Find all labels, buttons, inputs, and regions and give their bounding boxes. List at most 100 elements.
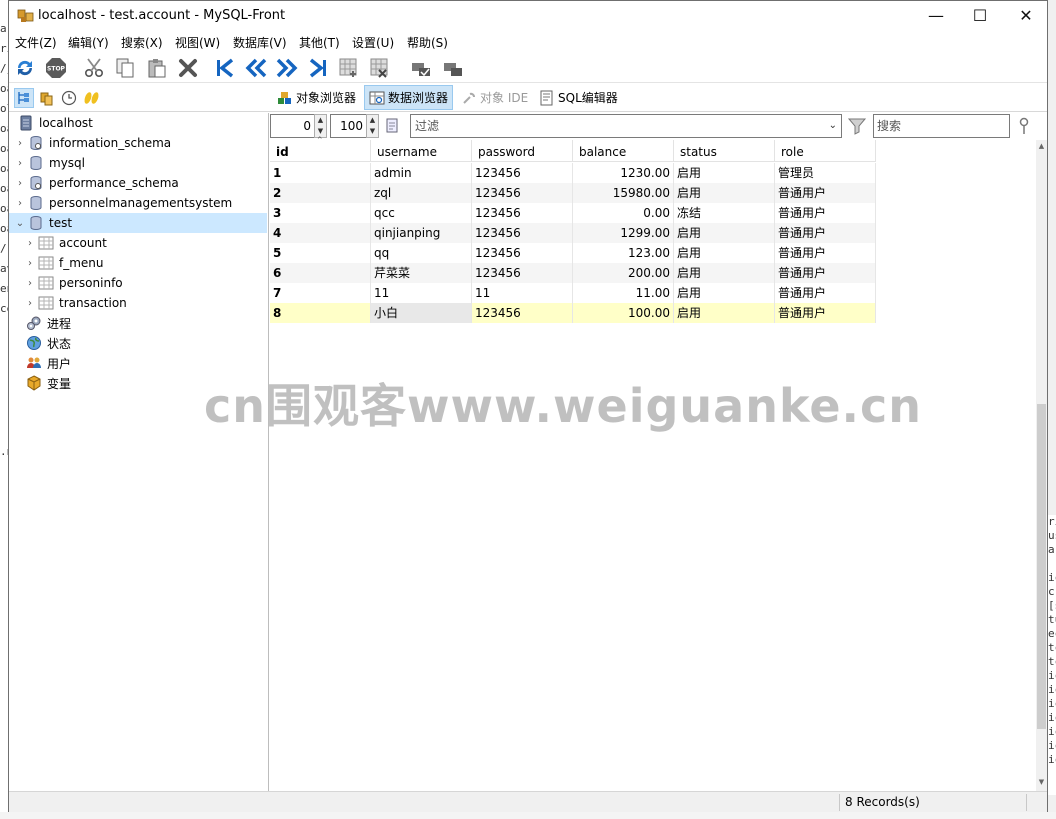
cell-status[interactable]: 启用 [674, 183, 775, 203]
cell-balance[interactable]: 1299.00 [573, 223, 674, 243]
delete-record-icon[interactable] [368, 56, 392, 80]
scrollbar-thumb[interactable] [1037, 404, 1046, 729]
tab-object-browser[interactable]: 对象浏览器 [273, 85, 360, 110]
column-header-status[interactable]: status [674, 140, 775, 162]
sql-history-icon[interactable] [82, 88, 102, 108]
cell-role[interactable]: 普通用户 [775, 203, 876, 223]
menu-file[interactable]: 文件(Z) [15, 34, 57, 51]
history-icon[interactable] [59, 88, 79, 108]
tab-data-browser[interactable]: 数据浏览器 [364, 85, 454, 110]
cell-password[interactable]: 123456 [472, 303, 573, 323]
first-record-icon[interactable] [213, 56, 237, 80]
filter-combobox[interactable]: 过滤 ⌄ [410, 114, 842, 138]
chevron-right-icon[interactable]: › [25, 298, 35, 309]
tab-object-ide[interactable]: 对象 IDE [457, 85, 532, 110]
cell-password[interactable]: 123456 [472, 163, 573, 183]
table-row[interactable]: 7 11 11 11.00 启用 普通用户 [270, 283, 876, 303]
cell-username[interactable]: 芹菜菜 [371, 263, 472, 283]
table-row[interactable]: 2 zql 123456 15980.00 启用 普通用户 [270, 183, 876, 203]
cell-password[interactable]: 123456 [472, 243, 573, 263]
cell-balance[interactable]: 123.00 [573, 243, 674, 263]
chevron-down-icon[interactable]: ⌄ [15, 218, 25, 229]
search-pin-icon[interactable] [1016, 116, 1034, 136]
menu-view[interactable]: 视图(W) [175, 34, 220, 51]
cell-username[interactable]: qq [371, 243, 472, 263]
cut-icon[interactable] [82, 56, 106, 80]
tree-node-information-schema[interactable]: › information_schema [9, 133, 267, 153]
tree-node-test[interactable]: ⌄ test [9, 213, 267, 233]
copy-icon[interactable] [113, 56, 137, 80]
cell-role[interactable]: 普通用户 [775, 263, 876, 283]
scroll-up-icon[interactable]: ▲ [1036, 142, 1047, 150]
stop-icon[interactable]: STOP [44, 56, 68, 80]
tree-node-localhost[interactable]: localhost [9, 113, 267, 133]
cell-balance[interactable]: 200.00 [573, 263, 674, 283]
chevron-right-icon[interactable]: › [25, 278, 35, 289]
tree-node-account[interactable]: › account [9, 233, 267, 253]
bookmarks-icon[interactable] [37, 88, 57, 108]
refresh-icon[interactable] [13, 56, 37, 80]
previous-page-icon[interactable] [244, 56, 268, 80]
vertical-scrollbar[interactable]: ▲ ▼ [1036, 140, 1047, 791]
tab-sql-editor[interactable]: SQL编辑器 [535, 85, 622, 110]
menu-search[interactable]: 搜索(X) [121, 34, 163, 51]
cell-role[interactable]: 普通用户 [775, 223, 876, 243]
chevron-right-icon[interactable]: › [15, 178, 25, 189]
tree-node-mysql[interactable]: › mysql [9, 153, 267, 173]
maximize-button[interactable]: ☐ [957, 1, 1003, 31]
table-row[interactable]: 3 qcc 123456 0.00 冻结 普通用户 [270, 203, 876, 223]
cell-status[interactable]: 启用 [674, 283, 775, 303]
cell-balance[interactable]: 0.00 [573, 203, 674, 223]
tree-node-status[interactable]: 状态 [9, 333, 267, 353]
tree-node-f-menu[interactable]: › f_menu [9, 253, 267, 273]
cell-role[interactable]: 普通用户 [775, 283, 876, 303]
cell-status[interactable]: 启用 [674, 223, 775, 243]
chevron-right-icon[interactable]: › [15, 138, 25, 149]
menu-database[interactable]: 数据库(V) [233, 34, 287, 51]
chevron-right-icon[interactable]: › [25, 238, 35, 249]
cell-role[interactable]: 管理员 [775, 163, 876, 183]
cell-status[interactable]: 冻结 [674, 203, 775, 223]
cell-id[interactable]: 8 [270, 303, 371, 323]
table-row[interactable]: 4 qinjianping 123456 1299.00 启用 普通用户 [270, 223, 876, 243]
last-record-icon[interactable] [306, 56, 330, 80]
minimize-button[interactable]: — [913, 1, 959, 31]
cell-status[interactable]: 启用 [674, 303, 775, 323]
chevron-right-icon[interactable]: › [15, 158, 25, 169]
cell-role[interactable]: 普通用户 [775, 183, 876, 203]
table-row[interactable]: 8 小白 123456 100.00 启用 普通用户 [270, 303, 876, 323]
quick-filter-icon[interactable] [384, 117, 402, 135]
cell-balance[interactable]: 100.00 [573, 303, 674, 323]
cell-balance[interactable]: 1230.00 [573, 163, 674, 183]
cell-status[interactable]: 启用 [674, 243, 775, 263]
tree-node-performance-schema[interactable]: › performance_schema [9, 173, 267, 193]
limit-spinner[interactable]: ▲ ▼ [366, 114, 379, 138]
tree-view-icon[interactable] [14, 88, 34, 108]
cell-password[interactable]: 123456 [472, 183, 573, 203]
cell-balance[interactable]: 11.00 [573, 283, 674, 303]
limit-input[interactable]: 100 [330, 114, 367, 138]
cell-username[interactable]: 11 [371, 283, 472, 303]
cell-status[interactable]: 启用 [674, 163, 775, 183]
scroll-down-icon[interactable]: ▼ [1036, 778, 1047, 786]
paste-icon[interactable] [145, 56, 169, 80]
funnel-icon[interactable] [847, 116, 867, 136]
tree-node-transaction[interactable]: › transaction [9, 293, 267, 313]
cell-role[interactable]: 普通用户 [775, 243, 876, 263]
cell-password[interactable]: 123456 [472, 263, 573, 283]
cell-id[interactable]: 7 [270, 283, 371, 303]
chevron-right-icon[interactable]: › [15, 198, 25, 209]
close-button[interactable]: ✕ [1003, 1, 1049, 31]
cell-id[interactable]: 3 [270, 203, 371, 223]
cell-username[interactable]: qcc [371, 203, 472, 223]
menu-edit[interactable]: 编辑(Y) [68, 34, 109, 51]
offset-input[interactable]: 0 [270, 114, 315, 138]
chevron-right-icon[interactable]: › [25, 258, 35, 269]
tree-node-personinfo[interactable]: › personinfo [9, 273, 267, 293]
cancel-changes-icon[interactable] [441, 56, 465, 80]
post-changes-icon[interactable] [409, 56, 433, 80]
cell-id[interactable]: 5 [270, 243, 371, 263]
cell-password[interactable]: 123456 [472, 223, 573, 243]
chevron-down-icon[interactable]: ⌄ [829, 115, 837, 137]
table-row[interactable]: 5 qq 123456 123.00 启用 普通用户 [270, 243, 876, 263]
